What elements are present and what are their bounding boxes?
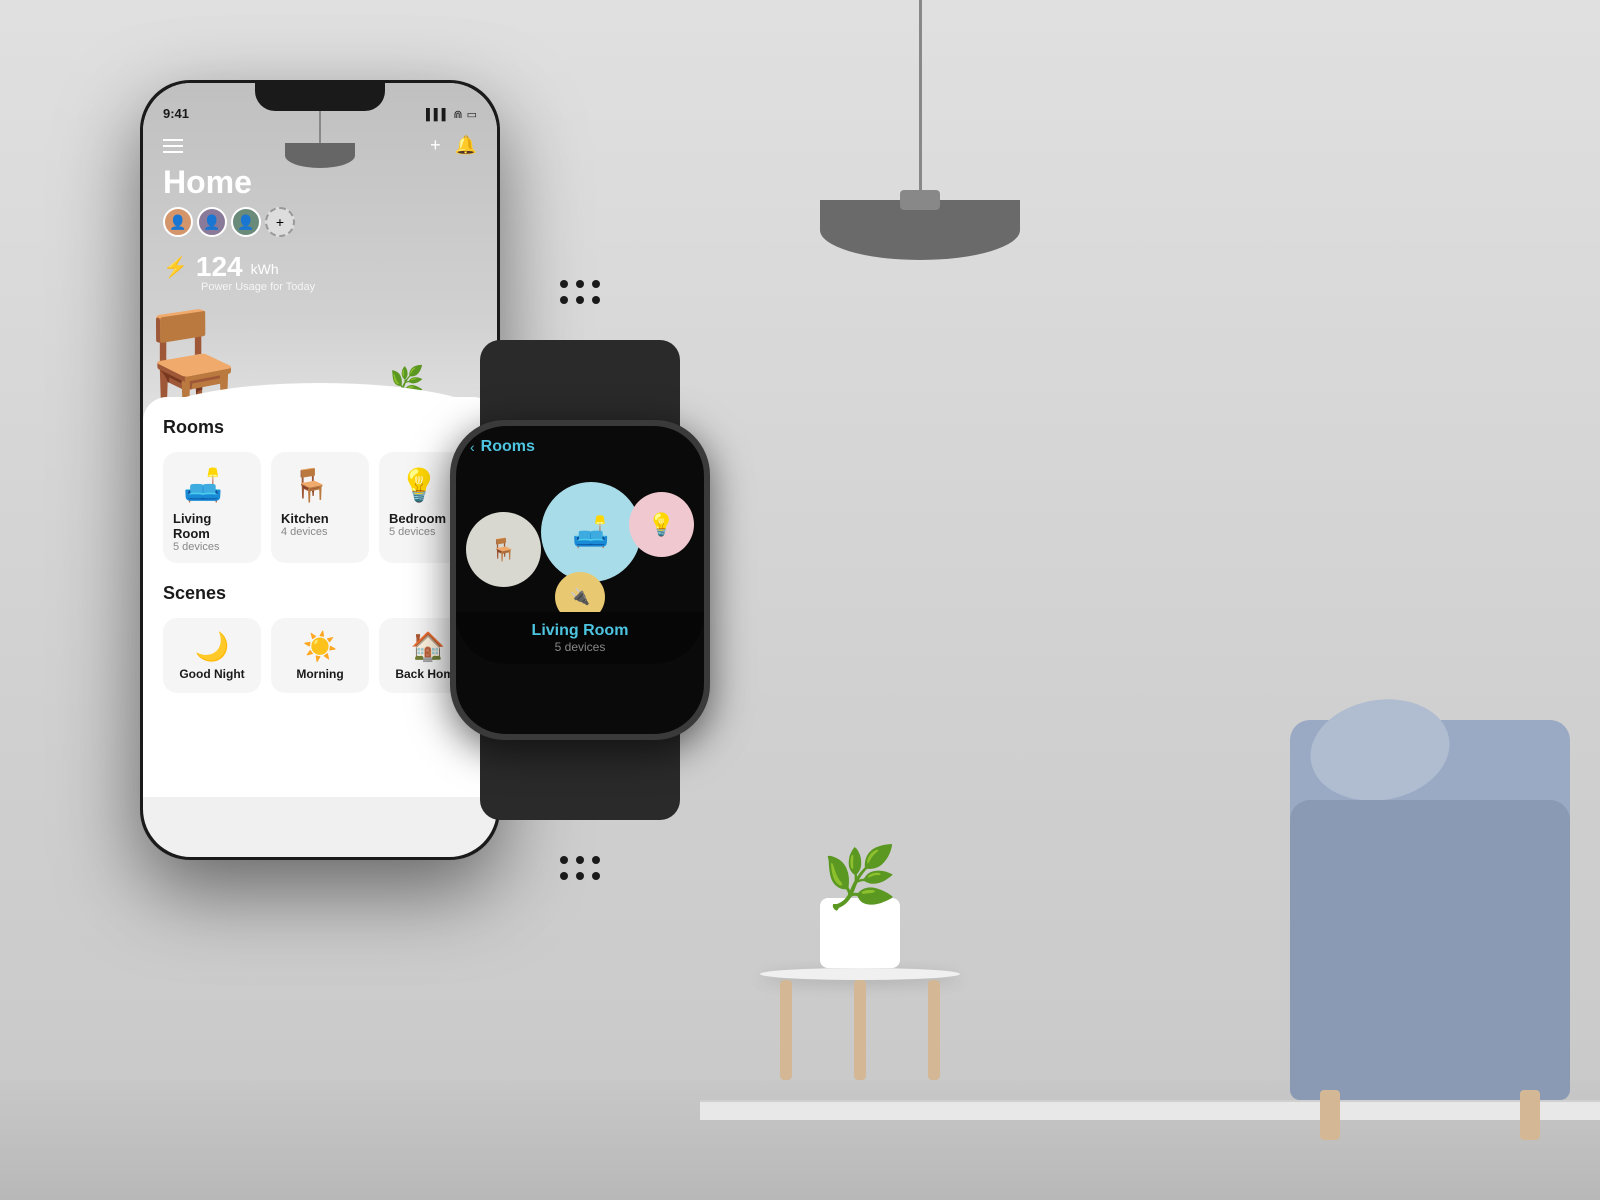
smartwatch: ‹ Rooms 🪑 🛋️ 💡 🔌 Living [450,420,710,740]
watch-circle-kitchen[interactable]: 🪑 [466,512,541,587]
kitchen-name: Kitchen [281,511,359,526]
room-card-living-room[interactable]: 🛋️ Living Room 5 devices [163,452,261,563]
chair-seat [1290,800,1570,1100]
rooms-grid: 🛋️ Living Room 5 devices 🪑 Kitchen 4 dev… [163,452,477,563]
watch-header: ‹ Rooms [456,426,704,462]
living-circle-icon: 🛋️ [572,515,609,550]
watch-crown[interactable] [706,560,710,600]
phone-screen: 🪑 🌿 9:41 ▌▌▌ ⋒ ▭ [143,83,497,857]
table-leg-left [780,980,792,1080]
lamp-cord [919,0,922,200]
morning-icon: ☀️ [279,630,361,663]
table-leg-right [928,980,940,1080]
watch-circle-living[interactable]: 🛋️ [541,482,641,582]
user-avatars: 👤 👤 👤 + [163,207,477,237]
battery-icon: ▭ [467,108,477,121]
power-unit: kWh [251,261,279,277]
header-actions: + 🔔 [430,135,477,156]
power-value: 124 [196,251,243,283]
smartphone: 🪑 🌿 9:41 ▌▌▌ ⋒ ▭ [140,80,500,860]
scenes-section-title: Scenes [163,583,477,604]
scene-good-night[interactable]: 🌙 Good Night [163,618,261,693]
armchair [1250,700,1570,1100]
watch-title: Rooms [481,438,535,456]
avatar-3[interactable]: 👤 [231,207,261,237]
avatar-2[interactable]: 👤 [197,207,227,237]
bell-icon[interactable]: 🔔 [455,135,477,156]
status-icons: ▌▌▌ ⋒ ▭ [426,108,477,121]
watch-circle-bedroom[interactable]: 💡 [629,492,694,557]
watch-side-button[interactable] [708,532,710,552]
living-room-name: Living Room [173,511,251,541]
watch-screen: ‹ Rooms 🪑 🛋️ 💡 🔌 Living [456,426,704,734]
room-card-kitchen[interactable]: 🪑 Kitchen 4 devices [271,452,369,563]
status-time: 9:41 [163,106,189,121]
chair-leg-left [1320,1090,1340,1140]
scenes-grid: 🌙 Good Night ☀️ Morning 🏠 Back Home [163,618,477,693]
living-room-icon: 🛋️ [173,462,233,507]
scene-morning[interactable]: ☀️ Morning [271,618,369,693]
table-legs [760,980,960,1080]
signal-icon: ▌▌▌ [426,109,449,121]
table-leg-middle [854,980,866,1080]
ceiling-lamp [820,0,1020,260]
phone-header: + 🔔 [143,127,497,164]
kitchen-icon: 🪑 [281,462,341,507]
watch-circles-area: 🪑 🛋️ 💡 🔌 [456,462,704,612]
lightning-icon: ⚡ [163,255,188,280]
flowers-icon: 🌿 [820,848,900,908]
watch-room-name: Living Room [466,622,694,640]
avatar-1[interactable]: 👤 [163,207,193,237]
phone-cards: Rooms 🛋️ Living Room 5 devices 🪑 Kitchen… [143,397,497,797]
good-night-icon: 🌙 [171,630,253,663]
watch-room-devices: 5 devices [466,640,694,654]
morning-label: Morning [279,667,361,681]
add-icon[interactable]: + [430,135,441,156]
living-room-devices: 5 devices [173,541,251,553]
bedroom-icon: 💡 [389,462,449,507]
power-label: Power Usage for Today [201,281,315,293]
chair-cushion [1302,689,1457,812]
baseboard [700,1100,1600,1120]
other-circle-icon: 🔌 [570,587,590,607]
watch-room-info: Living Room 5 devices [456,612,704,664]
page-title: Home [163,164,477,201]
watch-back-arrow[interactable]: ‹ [470,439,475,455]
phone-content: + 🔔 Home 👤 👤 👤 + ⚡ 124 kWh Power Us [143,127,497,857]
kitchen-devices: 4 devices [281,526,359,538]
flower-pot: 🌿 [820,848,900,968]
kitchen-circle-icon: 🪑 [490,537,517,563]
lamp-shade [820,200,1020,260]
table-surface [760,968,960,980]
power-section: ⚡ 124 kWh Power Usage for Today [143,237,497,297]
side-table: 🌿 [760,968,960,1080]
band-holes-top [560,280,600,304]
phone-title-area: Home 👤 👤 👤 + [143,164,497,237]
chair-leg-right [1520,1090,1540,1140]
phone-notch [255,83,385,111]
band-holes-bottom [560,856,600,880]
rooms-section-title: Rooms [163,417,477,438]
bedroom-circle-icon: 💡 [648,512,675,538]
wifi-icon: ⋒ [453,108,462,121]
menu-icon[interactable] [163,139,183,153]
avatar-add[interactable]: + [265,207,295,237]
good-night-label: Good Night [171,667,253,681]
watch-body: ‹ Rooms 🪑 🛋️ 💡 🔌 Living [450,420,710,740]
